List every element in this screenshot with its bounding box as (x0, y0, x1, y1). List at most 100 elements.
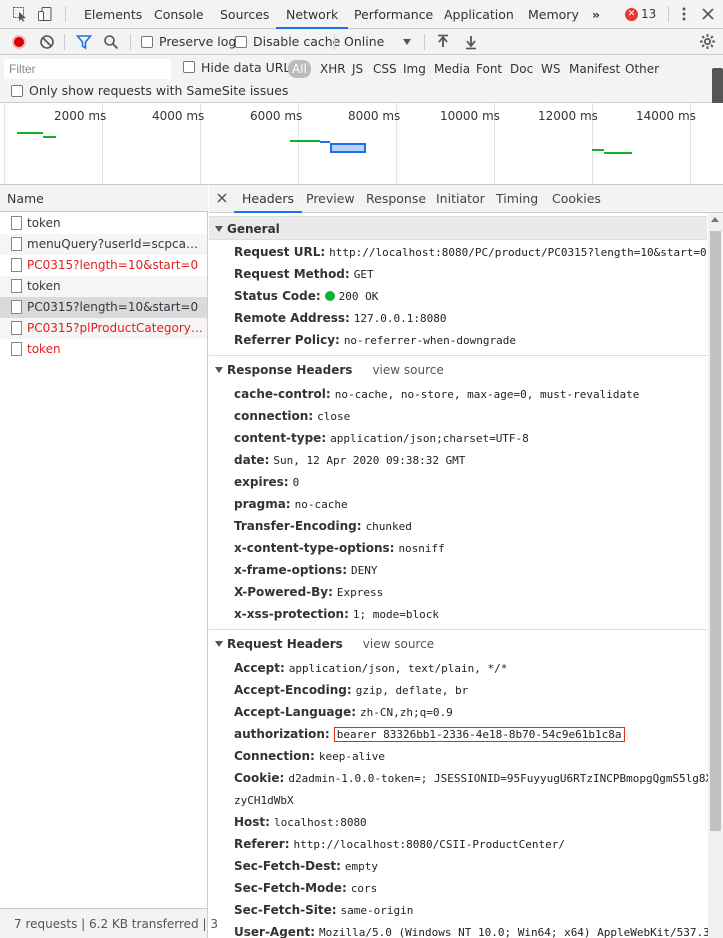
tab-timing[interactable]: Timing (496, 185, 538, 213)
tab-performance[interactable]: Performance (354, 0, 433, 29)
scroll-up-arrow-icon[interactable] (711, 217, 719, 222)
header-value: http://localhost:8080/CSII-ProductCenter… (293, 838, 566, 851)
header-key: content-type: (234, 431, 327, 445)
filter-type-doc[interactable]: Doc (510, 60, 533, 78)
network-settings-gear-icon[interactable] (699, 33, 716, 53)
network-overview-timeline[interactable]: 2000 ms 4000 ms 6000 ms 8000 ms 10000 ms… (0, 103, 723, 185)
timeline-tick-label: 4000 ms (152, 109, 205, 123)
settings-menu-icon[interactable] (676, 6, 692, 22)
header-value: chunked (365, 520, 412, 533)
tab-cookies[interactable]: Cookies (552, 185, 601, 213)
scrollbar-thumb[interactable] (710, 231, 721, 831)
device-toolbar-icon[interactable] (37, 6, 53, 22)
tab-memory[interactable]: Memory (528, 0, 579, 29)
general-row: Request URL: http://localhost:8080/PC/pro… (234, 241, 714, 263)
file-icon (11, 258, 22, 272)
request-headers-section-header[interactable]: Request Headers view source (209, 632, 707, 656)
filter-type-xhr[interactable]: XHR (320, 60, 346, 78)
tab-sources[interactable]: Sources (220, 0, 269, 29)
throttling-select[interactable]: Online (344, 34, 384, 49)
request-row[interactable]: PC0315?length=10&start=0 (0, 255, 207, 276)
filter-type-other[interactable]: Other (625, 60, 659, 78)
disable-cache-label[interactable]: Disable cache (253, 34, 340, 49)
request-row[interactable]: token (0, 276, 207, 297)
tab-response[interactable]: Response (366, 185, 426, 213)
clear-icon[interactable] (39, 34, 55, 53)
header-value: Mozilla/5.0 (Windows NT 10.0; Win64; x64… (319, 926, 717, 938)
inspect-element-icon[interactable] (12, 6, 28, 22)
filter-input[interactable] (4, 59, 171, 79)
name-column-header[interactable]: Name (0, 185, 208, 212)
filter-type-font[interactable]: Font (476, 60, 502, 78)
header-key: X-Powered-By: (234, 585, 333, 599)
tab-preview[interactable]: Preview (306, 185, 355, 213)
filter-icon[interactable] (75, 34, 93, 53)
toolbar-divider (130, 34, 131, 50)
filter-type-img[interactable]: Img (403, 60, 426, 78)
tab-application[interactable]: Application (444, 0, 514, 29)
tab-initiator[interactable]: Initiator (436, 185, 485, 213)
header-value: 200 OK (338, 290, 379, 303)
error-count[interactable]: 13 (641, 0, 656, 29)
samesite-checkbox[interactable] (11, 85, 23, 97)
authorization-token-value: bearer 83326bb1-2336-4e18-8b70-54c9e61b1… (333, 727, 625, 742)
request-name: PC0315?length=10&start=0 (27, 300, 199, 314)
filter-type-media[interactable]: Media (434, 60, 470, 78)
close-details-icon[interactable] (217, 192, 227, 206)
filter-type-js[interactable]: JS (352, 60, 363, 78)
disable-cache-checkbox[interactable] (235, 36, 247, 48)
request-row[interactable]: menuQuery?userId=scpcadmin... (0, 234, 207, 255)
tab-headers[interactable]: Headers (234, 185, 303, 213)
section-title: Response Headers (227, 363, 353, 377)
more-tabs-button[interactable]: » (592, 0, 600, 29)
summary-text: 7 requests | 6.2 KB transferred | 3 (14, 917, 218, 931)
tab-network[interactable]: Network (276, 0, 349, 29)
general-section-header[interactable]: General (209, 216, 707, 240)
triangle-down-icon (215, 641, 223, 647)
filter-type-all[interactable]: All (288, 60, 311, 78)
header-value: 127.0.0.1:8080 (353, 312, 447, 325)
view-source-link[interactable]: view source (372, 363, 443, 377)
tab-console[interactable]: Console (154, 0, 204, 29)
header-key: Connection: (234, 749, 315, 763)
header-value: application/json, text/plain, */* (288, 662, 508, 675)
view-source-link[interactable]: view source (363, 637, 434, 651)
request-header-row: Connection: keep-alive (234, 745, 714, 767)
header-key: x-content-type-options: (234, 541, 395, 555)
header-key: x-frame-options: (234, 563, 347, 577)
toolbar-divider (334, 34, 335, 50)
filter-type-ws[interactable]: WS (541, 60, 560, 78)
preserve-log-checkbox[interactable] (141, 36, 153, 48)
response-header-row: Transfer-Encoding: chunked (234, 515, 714, 537)
timeline-gridline (4, 103, 5, 184)
samesite-label[interactable]: Only show requests with SameSite issues (29, 83, 288, 98)
preserve-log-label[interactable]: Preserve log (159, 34, 236, 49)
import-har-icon[interactable] (436, 34, 450, 53)
filter-type-css[interactable]: CSS (373, 60, 397, 78)
request-name: PC0315?length=10&start=0 (27, 258, 199, 272)
chevron-down-icon[interactable] (403, 39, 411, 45)
hide-data-urls-label[interactable]: Hide data URLs (201, 60, 297, 75)
export-har-icon[interactable] (464, 34, 478, 53)
hide-data-urls-checkbox[interactable] (183, 61, 195, 73)
request-row[interactable]: token (0, 213, 207, 234)
header-key: Transfer-Encoding: (234, 519, 362, 533)
request-row-selected[interactable]: PC0315?length=10&start=0 (0, 297, 207, 318)
filter-type-manifest[interactable]: Manifest (569, 60, 620, 78)
request-row[interactable]: PC0315?plProductCategoryCod... (0, 318, 207, 339)
close-devtools-icon[interactable] (700, 6, 716, 22)
header-key: pragma: (234, 497, 291, 511)
record-button[interactable] (12, 35, 26, 49)
timeline-selection-bar[interactable] (330, 143, 366, 153)
search-icon[interactable] (103, 34, 119, 53)
toolbar-divider (64, 34, 65, 50)
header-value: no-cache, no-store, max-age=0, must-reva… (334, 388, 640, 401)
request-row[interactable]: token (0, 339, 207, 360)
tab-elements[interactable]: Elements (84, 0, 142, 29)
file-icon (11, 300, 22, 314)
error-icon[interactable]: ✕ (625, 8, 638, 21)
response-headers-section-header[interactable]: Response Headers view source (209, 358, 707, 382)
file-icon (11, 216, 22, 230)
request-name: PC0315?plProductCategoryCod... (27, 321, 205, 335)
details-scrollbar[interactable] (708, 213, 723, 938)
